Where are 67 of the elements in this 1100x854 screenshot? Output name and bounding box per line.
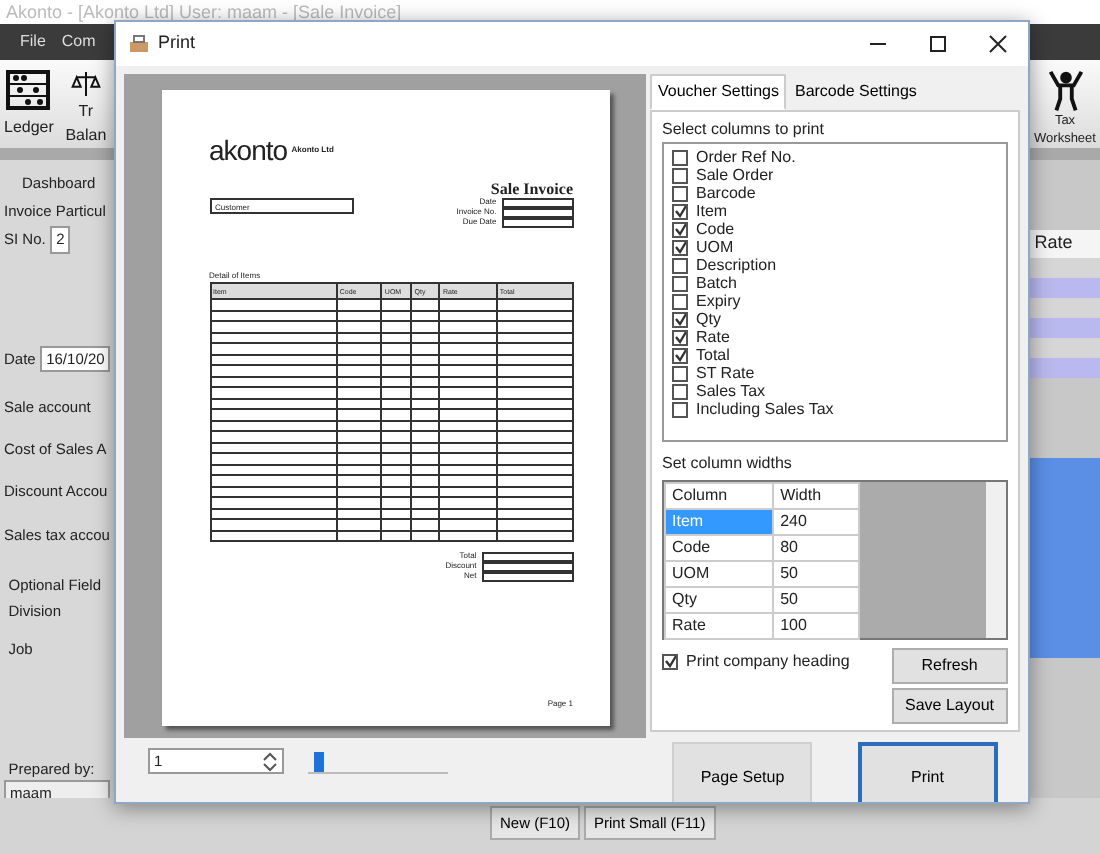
menu-item[interactable]: Com [61, 30, 96, 54]
logo: akonto [209, 134, 288, 168]
table-cell[interactable]: Code [665, 534, 774, 560]
checkbox[interactable] [672, 149, 688, 165]
close-icon[interactable] [986, 32, 1010, 56]
maximize-icon[interactable] [926, 32, 950, 56]
group-title: Set column widths [662, 451, 794, 475]
checkbox-label: Batch [696, 273, 737, 294]
checkbox[interactable] [672, 293, 688, 309]
table-row [1030, 357, 1100, 377]
action-button[interactable]: Refresh [891, 648, 1008, 684]
document-title: Sale Invoice [490, 179, 573, 198]
checkbox[interactable] [672, 203, 688, 219]
tab[interactable]: Barcode Settings [786, 74, 925, 110]
ribbon-label: Balan [65, 124, 107, 148]
tab[interactable]: Voucher Settings [650, 74, 787, 110]
checkbox-label: Print company heading [686, 649, 850, 674]
menu-item[interactable]: File [20, 30, 46, 54]
action-button[interactable]: Save Layout [891, 688, 1008, 725]
checkbox-label: Rate [696, 327, 730, 348]
dialog-title: Print [158, 30, 196, 57]
checkbox[interactable] [672, 329, 688, 345]
checkbox-label: Expiry [696, 289, 741, 310]
checkbox-label: Sale Order [696, 163, 774, 186]
checkbox[interactable] [672, 275, 688, 291]
column-header: Rate [1030, 230, 1100, 257]
checkbox[interactable] [672, 365, 688, 381]
table-cell[interactable]: Qty [665, 586, 774, 612]
group-title: Select columns to print [662, 118, 826, 142]
ribbon-label: Ledger [4, 116, 54, 140]
checkbox-label: Barcode [696, 181, 756, 205]
checkbox[interactable] [672, 257, 688, 273]
table-cell[interactable]: UOM [665, 560, 774, 586]
table-row [1030, 257, 1100, 277]
checkbox[interactable] [662, 653, 678, 670]
abacus-icon [4, 68, 53, 116]
ribbon-label: Tr [78, 100, 94, 124]
checkbox[interactable] [672, 239, 688, 255]
checkbox[interactable] [672, 311, 688, 327]
table-row [1030, 297, 1100, 317]
scrollbar[interactable] [986, 481, 1006, 637]
checkbox[interactable] [672, 401, 688, 417]
page-setup-button[interactable]: Page Setup [672, 741, 813, 802]
column-header: Width [773, 482, 859, 508]
checkbox[interactable] [672, 167, 688, 183]
checkbox[interactable] [672, 383, 688, 399]
checkbox-label: Qty [696, 309, 721, 328]
table-row [1030, 277, 1100, 297]
checkbox[interactable] [672, 347, 688, 363]
printer-icon [128, 33, 150, 55]
checkbox-label: Code [696, 217, 735, 240]
table-row [1030, 337, 1100, 357]
checkbox-label: Including Sales Tax [696, 397, 834, 421]
checkbox-label: Total [696, 343, 730, 366]
checkbox[interactable] [672, 185, 688, 201]
table-cell[interactable]: Rate [665, 612, 774, 638]
checkbox-label: Description [696, 253, 777, 276]
checkbox-label: ST Rate [696, 361, 755, 384]
table-row [1030, 317, 1100, 337]
checkbox-label: Order Ref No. [696, 145, 796, 168]
checkbox[interactable] [672, 221, 688, 237]
slider-thumb[interactable] [314, 751, 325, 771]
checkbox-label: Sales Tax [696, 379, 766, 402]
column-header: Column [665, 482, 774, 508]
checkbox-label: UOM [696, 235, 734, 258]
checkbox-label: Item [696, 199, 728, 222]
print-button[interactable]: Print [857, 741, 998, 802]
